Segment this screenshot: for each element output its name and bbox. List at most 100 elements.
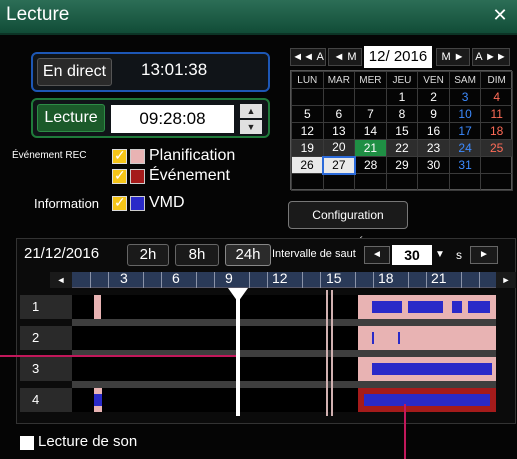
ruler-tick [196, 272, 197, 288]
calendar-day[interactable]: 25 [480, 139, 513, 157]
vmd-checkbox[interactable] [112, 194, 127, 211]
sound-label: Lecture de son [38, 433, 138, 450]
calendar-day-selected[interactable]: 27 [322, 155, 356, 175]
sound-checkbox[interactable] [20, 436, 34, 450]
calendar-day [480, 156, 513, 174]
calendar-day[interactable]: 9 [417, 105, 450, 123]
calendar-day[interactable]: 11 [480, 105, 513, 123]
day-header: JEU [385, 71, 419, 89]
playback-panel: Lecture 09:28:08 ▲ ▼ [31, 98, 270, 138]
live-button[interactable]: En direct [37, 58, 112, 86]
calendar-day[interactable]: 10 [448, 105, 482, 123]
zoom-8h-button[interactable]: 8h [175, 244, 219, 266]
calendar-day[interactable]: 14 [354, 122, 387, 140]
next-year-button[interactable]: A ►► [472, 48, 510, 66]
interval-prev-button[interactable]: ◄ [364, 246, 390, 264]
calendar-day [385, 173, 419, 191]
ruler-tick [373, 272, 374, 288]
playback-time-field[interactable]: 09:28:08 [111, 105, 234, 133]
prev-month-button[interactable]: ◄ M [328, 48, 362, 66]
calendar-day-highlight[interactable]: 21 [354, 139, 387, 157]
calendar-day[interactable]: 3 [448, 88, 482, 106]
ruler-tick [267, 272, 268, 288]
calendar-day [448, 173, 482, 191]
ruler-tick [214, 272, 215, 288]
camera-track[interactable] [72, 357, 496, 381]
calendar-day[interactable]: 6 [322, 105, 356, 123]
interval-value[interactable]: 30 [392, 245, 432, 265]
vmd-segment [408, 301, 443, 313]
calendar-day[interactable]: 8 [385, 105, 419, 123]
day-header: LUN [291, 71, 324, 89]
rec-label: Événement REC [12, 150, 87, 161]
callout-line [0, 355, 236, 357]
camera-track[interactable] [72, 326, 496, 350]
calendar-day[interactable]: 19 [291, 139, 324, 157]
vmd-swatch [130, 196, 145, 211]
day-header: MAR [322, 71, 356, 89]
calendar-day [354, 88, 387, 106]
playhead-handle-icon[interactable] [228, 288, 248, 302]
calendar-day [480, 173, 513, 191]
ruler-tick [408, 272, 409, 288]
ruler-tick [302, 272, 303, 288]
interval-unit: s [456, 248, 462, 262]
prev-year-button[interactable]: ◄◄ A [290, 48, 326, 66]
calendar-day[interactable]: 26 [291, 156, 324, 174]
playback-window: Lecture ✕ En direct 13:01:38 Lecture 09:… [0, 0, 517, 459]
camera-track[interactable] [72, 295, 496, 319]
calendar-nav: ◄◄ A ◄ M 12/ 2016 M ► A ►► [288, 46, 514, 68]
time-up-icon[interactable]: ▲ [240, 104, 262, 118]
calendar-day[interactable]: 12 [291, 122, 324, 140]
calendar-day[interactable]: 1 [385, 88, 419, 106]
interval-next-button[interactable]: ► [470, 246, 498, 264]
calendar-day[interactable]: 7 [354, 105, 387, 123]
calendar-day[interactable]: 5 [291, 105, 324, 123]
ruler-tick [461, 272, 462, 288]
window-title: Lecture [6, 4, 70, 25]
schedule-checkbox[interactable] [112, 147, 127, 164]
camera-row-3: 3 [20, 357, 496, 381]
chevron-down-icon[interactable]: ▼ [433, 246, 447, 264]
calendar-day[interactable]: 18 [480, 122, 513, 140]
zoom-2h-button[interactable]: 2h [127, 244, 169, 266]
schedule-label: Planification [149, 147, 236, 164]
calendar-day[interactable]: 13 [322, 122, 356, 140]
camera-label: 3 [20, 357, 72, 381]
calendar-day[interactable]: 4 [480, 88, 513, 106]
vmd-segment [372, 363, 492, 375]
playhead-line[interactable] [236, 288, 240, 416]
calendar-day[interactable]: 20 [322, 139, 356, 157]
calendar-day[interactable]: 22 [385, 139, 419, 157]
event-checkbox[interactable] [112, 167, 127, 184]
calendar-day[interactable]: 30 [417, 156, 450, 174]
calendar-day[interactable]: 28 [354, 156, 387, 174]
hour-label: 21 [431, 270, 447, 286]
scroll-left-icon[interactable]: ◄ [50, 272, 72, 288]
interval-label: Intervalle de saut [272, 248, 356, 260]
calendar-day[interactable]: 16 [417, 122, 450, 140]
calendar-day[interactable]: 24 [448, 139, 482, 157]
live-time: 13:01:38 [141, 60, 208, 79]
advanced-config-button[interactable]: Configuration avancée [288, 201, 408, 248]
calendar-day[interactable]: 31 [448, 156, 482, 174]
camera-label: 4 [20, 388, 72, 412]
camera-track[interactable] [72, 388, 496, 412]
callout-line [404, 404, 406, 459]
vmd-segment [372, 332, 374, 344]
calendar-day[interactable]: 17 [448, 122, 482, 140]
zoom-24h-button[interactable]: 24h [225, 244, 271, 266]
calendar-day[interactable]: 2 [417, 88, 450, 106]
schedule-segment [94, 295, 101, 319]
playback-button[interactable]: Lecture [37, 104, 105, 132]
scroll-right-icon[interactable]: ► [496, 272, 516, 288]
time-down-icon[interactable]: ▼ [240, 120, 262, 134]
ruler-tick [90, 272, 91, 288]
next-month-button[interactable]: M ► [436, 48, 470, 66]
calendar-day[interactable]: 15 [385, 122, 419, 140]
calendar-day [417, 173, 450, 191]
calendar-day[interactable]: 23 [417, 139, 450, 157]
close-icon[interactable]: ✕ [489, 4, 511, 26]
day-header: DIM [480, 71, 513, 89]
calendar-day[interactable]: 29 [385, 156, 419, 174]
